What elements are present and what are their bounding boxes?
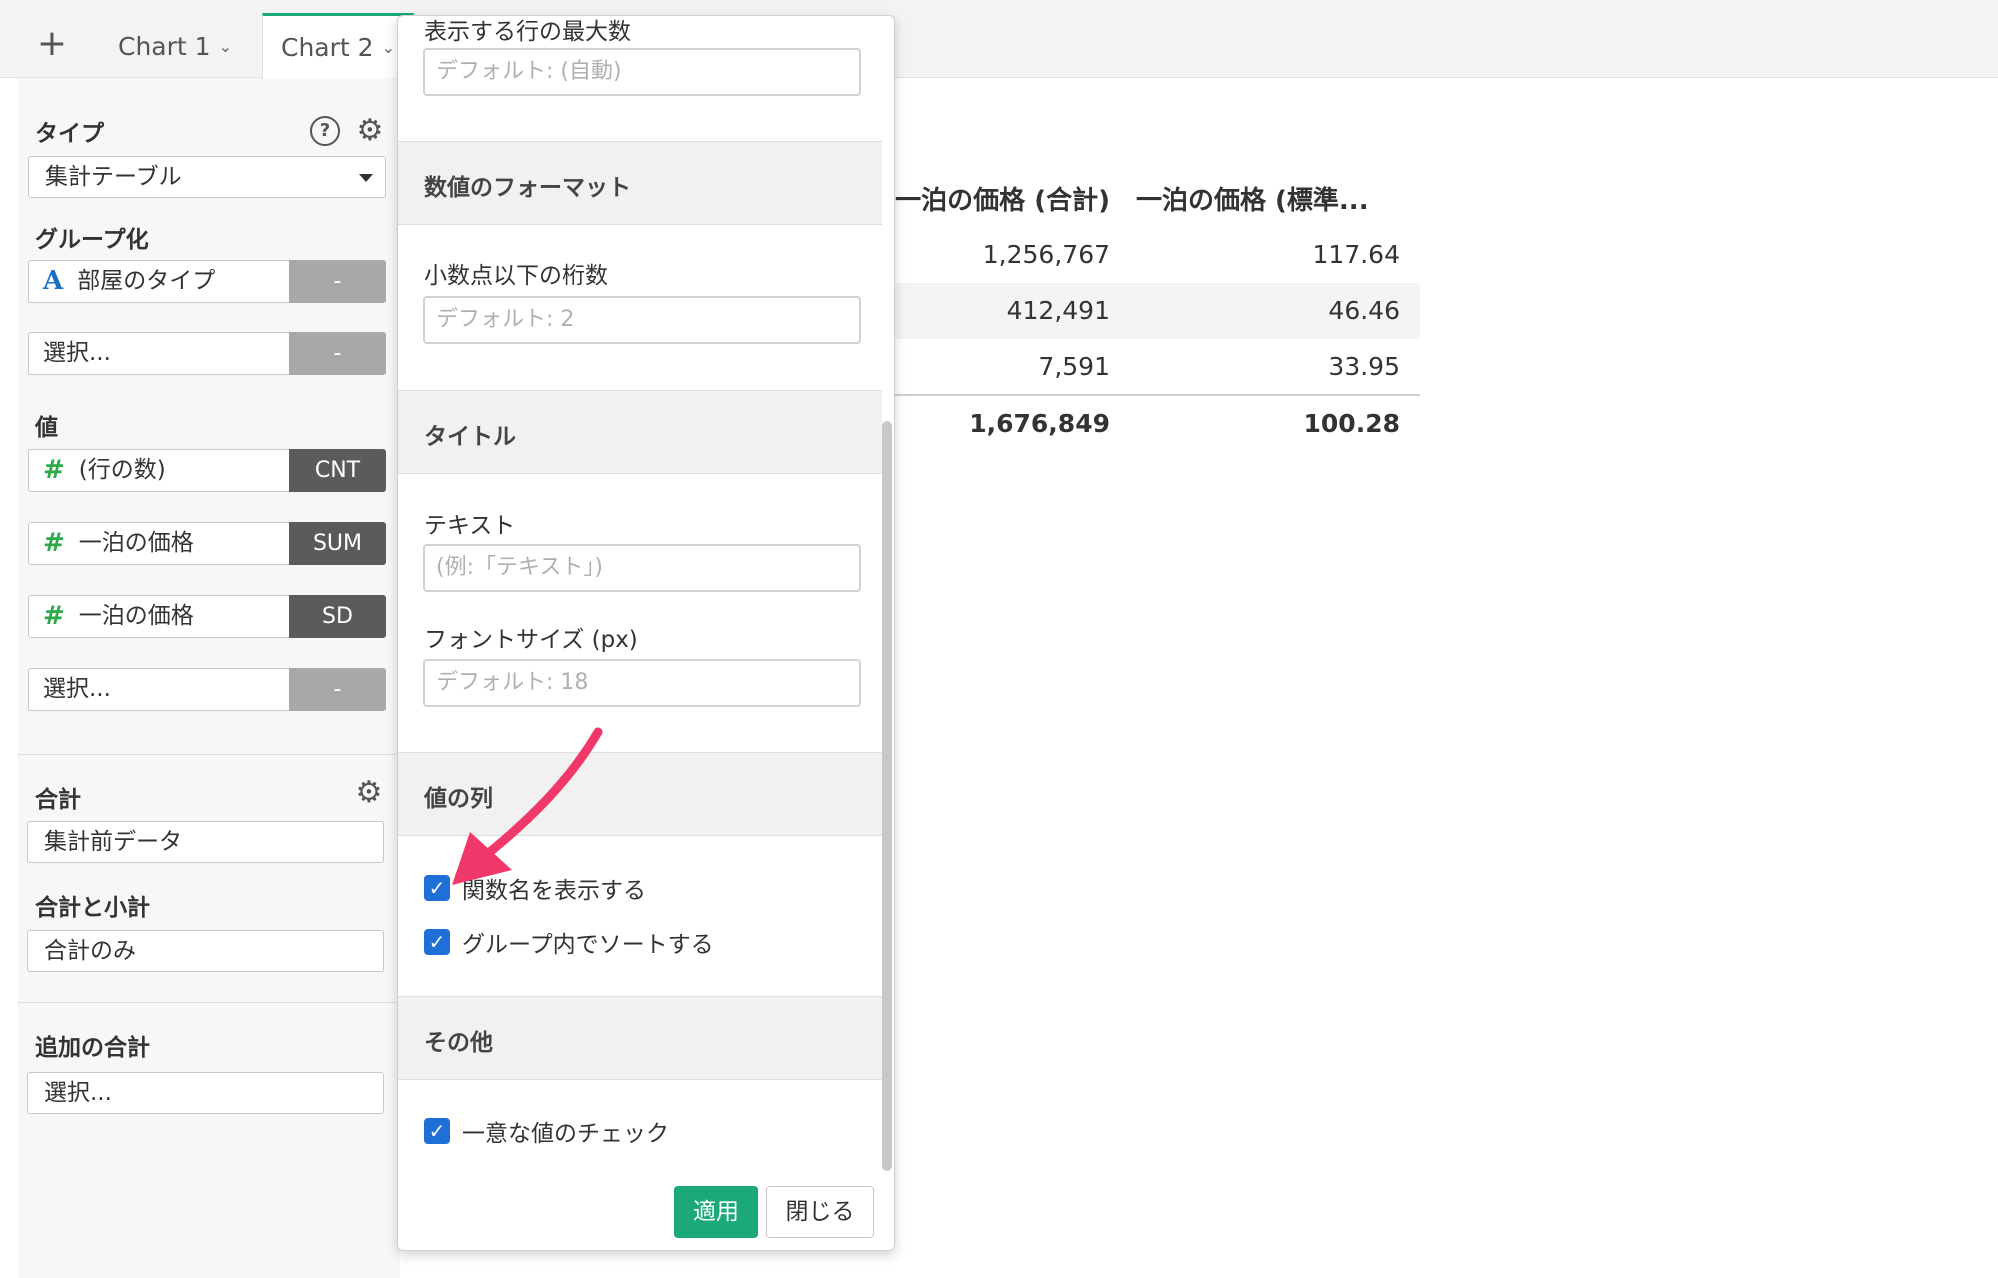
table-cell: 33.95 (1328, 352, 1400, 381)
tab-label: Chart 1 (118, 31, 211, 61)
remove-field-button[interactable]: - (289, 260, 386, 303)
divider (18, 1002, 400, 1003)
table-total-cell: 100.28 (1303, 409, 1400, 438)
divider (18, 754, 400, 755)
text-type-icon: A (43, 266, 64, 296)
group-label: グループ化 (35, 227, 149, 253)
checkbox-checked[interactable]: ✓ (424, 1118, 450, 1144)
table-row: 7,591 33.95 (880, 339, 1420, 395)
total-select[interactable]: 集計前データ (27, 821, 384, 863)
text-label: テキスト (424, 513, 516, 539)
column-header[interactable]: 一泊の価格 (標準... (1136, 180, 1369, 217)
column-header[interactable]: 一泊の価格 (合計) (895, 180, 1110, 217)
gear-icon[interactable]: ⚙ (355, 116, 385, 146)
table-cell: 1,256,767 (982, 240, 1110, 269)
decimals-input[interactable]: デフォルト: 2 (423, 296, 861, 344)
decimals-label: 小数点以下の桁数 (424, 263, 608, 289)
tab-chart-1[interactable]: Chart 1 ⌄ (100, 14, 250, 78)
max-rows-input[interactable]: デフォルト: (自動) (423, 48, 861, 96)
group-field-name[interactable]: A 部屋のタイプ (28, 260, 289, 303)
table-row: 1,256,767 117.64 (880, 227, 1420, 283)
group-field-row[interactable]: 選択... - (28, 332, 386, 375)
other-section-header: その他 (398, 996, 882, 1080)
table-cell: 412,491 (1006, 296, 1110, 325)
title-text-input[interactable]: (例:「テキスト」) (423, 544, 861, 592)
subtotal-label: 合計と小計 (35, 895, 150, 921)
extra-total-label: 追加の合計 (35, 1035, 150, 1061)
number-type-icon: # (43, 528, 65, 558)
chart-settings-popup: 表示する行の最大数 デフォルト: (自動) 数値のフォーマット 小数点以下の桁数… (397, 15, 895, 1251)
total-label: 合計 (35, 787, 81, 813)
caret-down-icon (359, 174, 373, 182)
chart-type-select[interactable]: 集計テーブル (28, 156, 386, 198)
group-field-name[interactable]: 選択... (28, 332, 289, 375)
max-rows-label: 表示する行の最大数 (424, 19, 631, 45)
value-field-name[interactable]: 選択... (28, 668, 289, 711)
remove-field-button[interactable]: - (289, 332, 386, 375)
title-section-header: タイトル (398, 390, 882, 474)
table-total-cell: 1,676,849 (969, 409, 1110, 438)
chart-config-panel: タイプ ? ⚙ 集計テーブル グループ化 A 部屋のタイプ - 選択... - … (18, 78, 400, 1278)
font-size-input[interactable]: デフォルト: 18 (423, 659, 861, 707)
chevron-down-icon[interactable]: ⌄ (382, 38, 395, 57)
subtotal-select[interactable]: 合計のみ (27, 930, 384, 972)
aggregation-button[interactable]: SUM (289, 522, 386, 565)
number-type-icon: # (43, 455, 65, 485)
chevron-down-icon[interactable]: ⌄ (219, 37, 232, 56)
apply-button[interactable]: 適用 (674, 1186, 758, 1238)
table-row: 412,491 46.46 (880, 283, 1420, 339)
tab-bar: + Chart 1 ⌄ Chart 2 ⌄ (0, 0, 1998, 79)
table-total-row: 1,676,849 100.28 (880, 396, 1420, 452)
gear-icon[interactable]: ⚙ (354, 778, 384, 808)
font-size-label: フォントサイズ (px) (424, 627, 638, 653)
value-field-row[interactable]: # 一泊の価格 SD (28, 595, 386, 638)
value-field-name[interactable]: # 一泊の価格 (28, 595, 289, 638)
extra-total-select[interactable]: 選択... (27, 1072, 384, 1114)
table-cell: 117.64 (1312, 240, 1400, 269)
popup-scrollbar[interactable] (882, 421, 892, 1171)
tab-chart-2[interactable]: Chart 2 ⌄ (262, 13, 414, 79)
number-format-section-header: 数値のフォーマット (398, 141, 882, 225)
checkbox-checked[interactable]: ✓ (424, 929, 450, 955)
value-field-row[interactable]: # 一泊の価格 SUM (28, 522, 386, 565)
checkbox-checked[interactable]: ✓ (424, 875, 450, 901)
table-cell: 46.46 (1328, 296, 1400, 325)
add-tab-button[interactable]: + (34, 26, 70, 62)
value-field-row[interactable]: # (行の数) CNT (28, 449, 386, 492)
table-cell: 7,591 (1038, 352, 1110, 381)
close-button[interactable]: 閉じる (766, 1186, 874, 1238)
group-field-row[interactable]: A 部屋のタイプ - (28, 260, 386, 303)
value-field-row[interactable]: 選択... - (28, 668, 386, 711)
value-field-name[interactable]: # 一泊の価格 (28, 522, 289, 565)
aggregation-button[interactable]: CNT (289, 449, 386, 492)
type-label: タイプ (35, 121, 104, 147)
value-label: 値 (35, 415, 58, 441)
remove-field-button[interactable]: - (289, 668, 386, 711)
sort-in-group-option[interactable]: ✓ グループ内でソートする (424, 925, 714, 959)
help-icon[interactable]: ? (310, 116, 340, 146)
value-columns-section-header: 値の列 (398, 752, 882, 836)
number-type-icon: # (43, 601, 65, 631)
value-field-name[interactable]: # (行の数) (28, 449, 289, 492)
chart-type-value: 集計テーブル (45, 164, 182, 190)
tab-label: Chart 2 (281, 33, 374, 62)
aggregation-button[interactable]: SD (289, 595, 386, 638)
show-function-name-option[interactable]: ✓ 関数名を表示する (424, 871, 646, 905)
unique-check-option[interactable]: ✓ 一意な値のチェック (424, 1114, 669, 1148)
